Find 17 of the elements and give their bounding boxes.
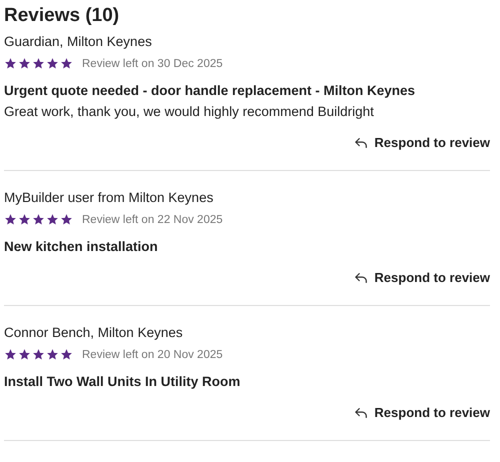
reviewer-name: Guardian, Milton Keynes <box>4 33 153 51</box>
section-title: Reviews (10) <box>4 4 120 28</box>
reviewer-name: Connor Bench, Milton Keynes <box>4 324 184 342</box>
review-date: Review left on 30 Dec 2025 <box>82 58 223 70</box>
review-title: Install Two Wall Units In Utility Room <box>4 373 242 391</box>
review-text: Great work, thank you, we would highly recommend Buildright <box>4 103 375 121</box>
respond-link[interactable]: Respond to review <box>354 134 490 152</box>
respond-link[interactable]: Respond to review <box>354 269 490 287</box>
review-title: New kitchen installation <box>4 238 159 256</box>
review-date: Review left on 20 Nov 2025 <box>82 348 223 360</box>
review-title: Urgent quote needed - door handle replacement - Milton Keynes <box>4 82 416 100</box>
respond-link[interactable]: Respond to review <box>354 404 490 422</box>
reviewer-name: MyBuilder user from Milton Keynes <box>4 189 214 207</box>
reply-icon <box>354 271 368 285</box>
review-date: Review left on 22 Nov 2025 <box>82 214 223 226</box>
reply-icon <box>354 406 368 420</box>
reply-icon <box>354 136 368 150</box>
